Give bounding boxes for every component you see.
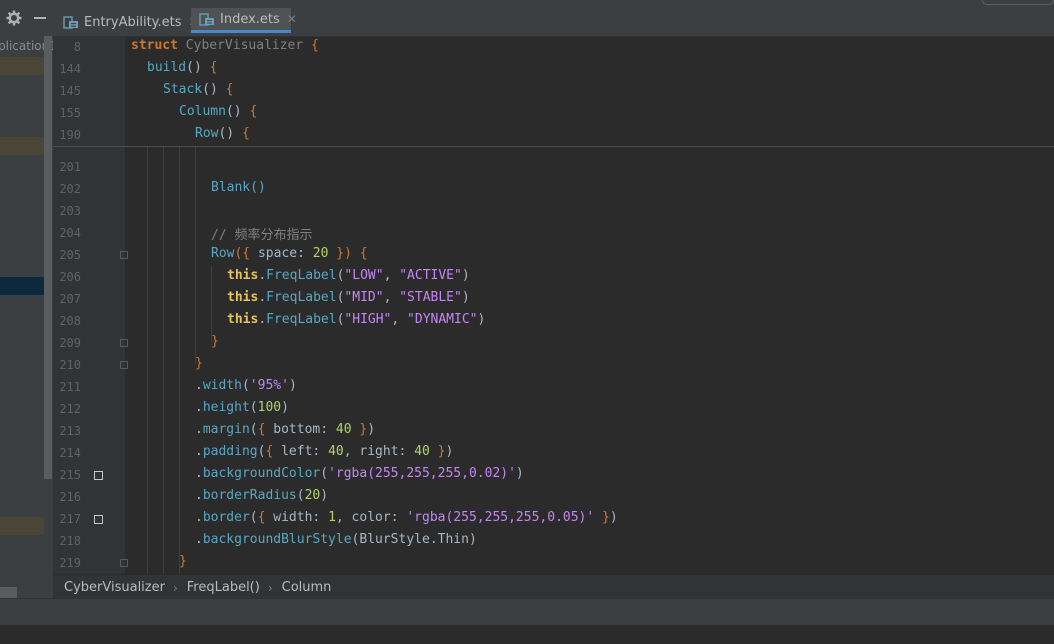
- ets-file-icon: [199, 12, 215, 26]
- breadcrumb-item[interactable]: Column: [273, 580, 332, 595]
- status-bar: [0, 598, 1054, 626]
- line-number: 203: [59, 204, 81, 218]
- line-number: 201: [59, 160, 81, 174]
- line-number: 155: [59, 106, 81, 120]
- breadcrumb-item[interactable]: FreqLabel(): [178, 580, 260, 595]
- code-line: this.FreqLabel("LOW", "ACTIVE"): [227, 268, 470, 283]
- ets-file-icon: [63, 15, 79, 29]
- bottom-panel: [0, 625, 1054, 644]
- tab-label: EntryAbility.ets: [84, 14, 182, 30]
- line-number: 8: [73, 40, 81, 54]
- sticky-line: struct CyberVisualizer {: [131, 38, 319, 53]
- line-number: 190: [59, 128, 81, 142]
- tree-highlight: [0, 517, 44, 535]
- code-line: Blank(): [211, 180, 266, 195]
- line-number: 205: [59, 248, 81, 262]
- editor-tabs: EntryAbility.ets ✕ Index.ets ✕: [53, 0, 1054, 37]
- color-preview-icon[interactable]: [94, 515, 103, 524]
- sticky-line: Column() {: [179, 104, 258, 119]
- tab-index[interactable]: Index.ets ✕: [191, 8, 297, 33]
- tree-highlight: [0, 137, 44, 155]
- code-line: this.FreqLabel("MID", "STABLE"): [227, 290, 470, 305]
- line-number: 210: [59, 358, 81, 372]
- code-line: .border({ width: 1, color: 'rgba(255,255…: [195, 510, 618, 525]
- code-comment: // 频率分布指示: [211, 228, 313, 243]
- line-number: 144: [59, 62, 81, 76]
- line-number: 214: [59, 446, 81, 460]
- code-line: }: [179, 554, 187, 569]
- color-preview-icon[interactable]: [94, 471, 103, 480]
- gear-icon[interactable]: [6, 10, 22, 26]
- breadcrumb-item[interactable]: CyberVisualizer: [53, 580, 165, 595]
- code-line: .margin({ bottom: 40 }): [195, 422, 376, 437]
- chevron-right-icon: ›: [267, 580, 273, 595]
- code-line: .backgroundColor('rgba(255,255,255,0.02)…: [195, 466, 524, 481]
- line-number: 204: [59, 226, 81, 240]
- line-number: 213: [59, 424, 81, 438]
- line-number: 218: [59, 534, 81, 548]
- code-line: .borderRadius(20): [195, 488, 329, 503]
- project-panel: plication1: [0, 0, 53, 598]
- sticky-line: build() {: [147, 60, 218, 75]
- line-number: 212: [59, 402, 81, 416]
- chevron-right-icon: ›: [172, 580, 178, 595]
- line-number: 216: [59, 490, 81, 504]
- panel-corner: [0, 587, 17, 598]
- fold-marker[interactable]: [120, 339, 128, 347]
- code-line: }: [195, 356, 203, 371]
- code-line: .height(100): [195, 400, 289, 415]
- code-line: .padding({ left: 40, right: 40 }): [195, 444, 454, 459]
- tab-label: Index.ets: [220, 11, 280, 27]
- tab-entryability[interactable]: EntryAbility.ets ✕: [63, 8, 199, 36]
- sticky-line: Stack() {: [163, 82, 234, 97]
- tree-highlight: [0, 57, 44, 75]
- line-number: 215: [59, 468, 81, 482]
- line-number: 207: [59, 292, 81, 306]
- fold-marker[interactable]: [120, 559, 128, 567]
- line-number: 211: [59, 380, 81, 394]
- line-number: 206: [59, 270, 81, 284]
- code-line: Row({ space: 20 }) {: [211, 246, 368, 261]
- code-line: .width('95%'): [195, 378, 297, 393]
- window-edge: [982, 0, 1054, 5]
- code-line: this.FreqLabel("HIGH", "DYNAMIC"): [227, 312, 486, 327]
- sticky-line: Row() {: [195, 126, 250, 141]
- sticky-scope-header[interactable]: 8 struct CyberVisualizer { 144 build() {…: [53, 37, 1054, 147]
- line-number: 202: [59, 182, 81, 196]
- code-line: }: [211, 334, 219, 349]
- line-number: 145: [59, 84, 81, 98]
- line-number: 208: [59, 314, 81, 328]
- line-number: 209: [59, 336, 81, 350]
- line-number: 217: [59, 512, 81, 526]
- fold-marker[interactable]: [120, 361, 128, 369]
- minus-icon[interactable]: [33, 10, 47, 26]
- tree-selected-item[interactable]: [0, 277, 44, 295]
- project-scrollbar[interactable]: [44, 36, 52, 479]
- line-number: 219: [59, 556, 81, 570]
- code-line: .backgroundBlurStyle(BlurStyle.Thin): [195, 532, 477, 547]
- close-icon[interactable]: ✕: [287, 12, 297, 26]
- breadcrumb: CyberVisualizer › FreqLabel() › Column: [53, 575, 1054, 599]
- fold-marker[interactable]: [120, 251, 128, 259]
